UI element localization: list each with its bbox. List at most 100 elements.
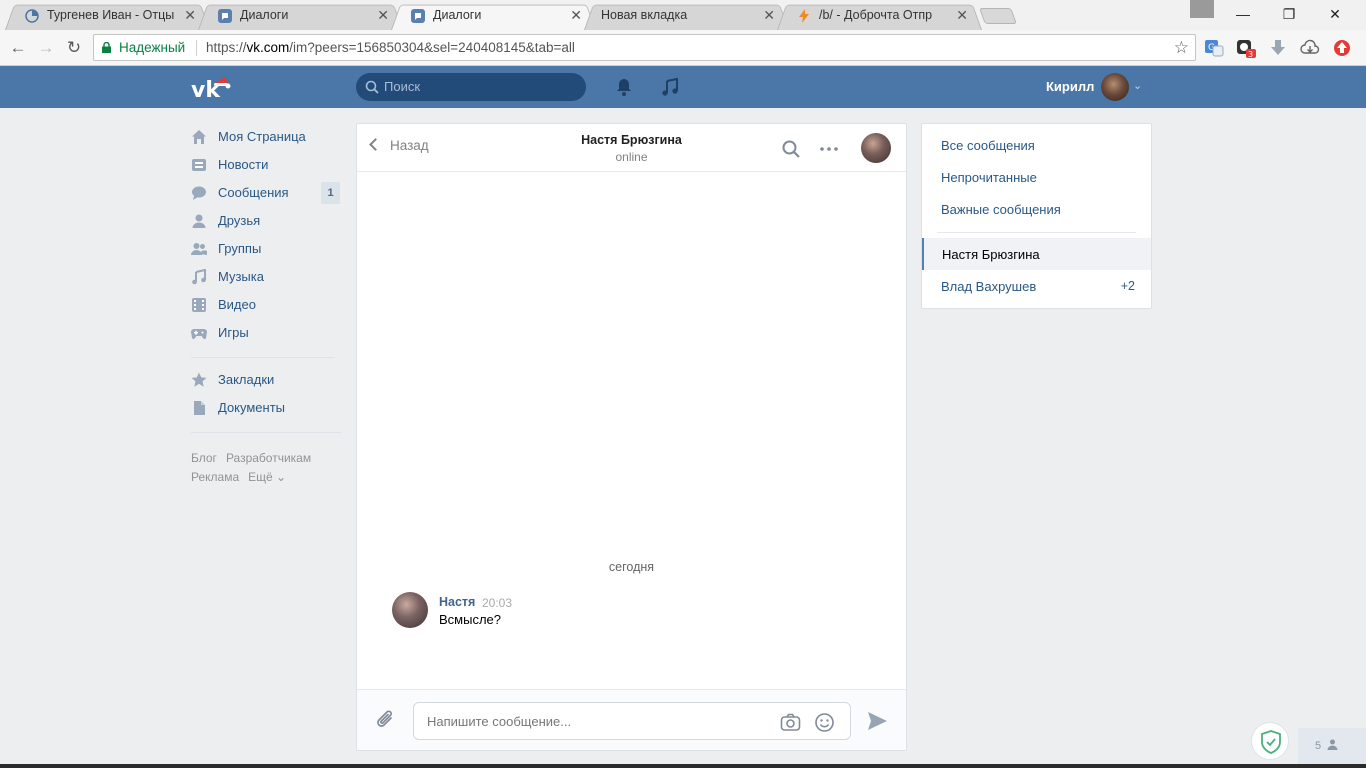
- dialog-name: Настя Брюзгина: [942, 247, 1040, 262]
- sidebar-item-label: Документы: [218, 400, 286, 415]
- lock-icon: [102, 42, 111, 53]
- extension-icon[interactable]: 3: [1236, 38, 1256, 58]
- user-name[interactable]: Кирилл: [1046, 79, 1094, 94]
- dialog-folders-panel: Все сообщения Непрочитанные Важные сообщ…: [921, 123, 1152, 309]
- sidebar-item-bookmarks[interactable]: Закладки: [191, 367, 341, 395]
- chat-panel: Назад Настя Брюзгина online сегодня Наст…: [356, 123, 907, 751]
- sidebar-item-messages[interactable]: Сообщения 1: [191, 180, 341, 208]
- vk-chat-icon: [411, 9, 425, 23]
- music-icon: [192, 269, 206, 285]
- sidebar-item-groups[interactable]: Группы: [191, 236, 341, 264]
- cloud-download-icon[interactable]: [1300, 38, 1320, 58]
- dialog-item[interactable]: Влад Вахрушев: [941, 279, 1036, 294]
- translate-icon[interactable]: G: [1204, 38, 1224, 58]
- sidebar-item-label: Видео: [218, 297, 256, 312]
- menu-divider: [191, 432, 341, 433]
- dialog-item-selected[interactable]: Настя Брюзгина: [922, 238, 1151, 270]
- chevron-down-icon[interactable]: ⌄: [1133, 79, 1142, 92]
- taskbar-edge: [0, 764, 1366, 768]
- sidebar-item-video[interactable]: Видео: [191, 292, 341, 320]
- browser-tab-active[interactable]: Диалоги ✕: [391, 2, 596, 30]
- message-text: Всмысле?: [439, 612, 501, 627]
- avatar[interactable]: [861, 133, 891, 163]
- pie-icon: [25, 9, 39, 23]
- back-arrow-icon[interactable]: ←: [7, 37, 29, 59]
- groups-icon: [191, 243, 207, 255]
- camera-icon[interactable]: [780, 712, 801, 733]
- search-input[interactable]: Поиск: [356, 73, 586, 101]
- tab-title: Диалоги: [433, 8, 482, 22]
- message-placeholder: Напишите сообщение...: [427, 714, 572, 729]
- tab-title: Диалоги: [240, 8, 289, 22]
- svg-text:vk: vk: [191, 78, 221, 101]
- close-icon[interactable]: ✕: [763, 8, 775, 22]
- online-count: 5: [1315, 740, 1322, 752]
- shield-check-icon[interactable]: [1251, 722, 1289, 760]
- footer-link-ads[interactable]: Реклама: [191, 468, 239, 487]
- avatar[interactable]: [1101, 73, 1129, 101]
- url-text[interactable]: https://vk.com/im?peers=156850304&sel=24…: [206, 40, 575, 55]
- star-icon: [191, 372, 207, 387]
- browser-tab-strip: Тургенев Иван - Отцы и ✕ Диалоги ✕ Диало…: [0, 0, 1366, 30]
- message-author[interactable]: Настя: [439, 595, 475, 609]
- folder-all-messages[interactable]: Все сообщения: [941, 138, 1035, 153]
- window-close-button[interactable]: ✕: [1312, 0, 1358, 28]
- adblock-icon[interactable]: [1332, 38, 1352, 58]
- bookmark-star-icon[interactable]: ☆: [1174, 38, 1189, 58]
- send-icon[interactable]: [866, 710, 888, 732]
- sidebar-item-my-page[interactable]: Моя Страница: [191, 124, 341, 152]
- profile-icon[interactable]: [1190, 0, 1214, 18]
- search-placeholder: Поиск: [384, 79, 421, 94]
- maximize-button[interactable]: ❐: [1266, 0, 1312, 28]
- sidebar-item-music[interactable]: Музыка: [191, 264, 341, 292]
- reload-icon[interactable]: ↻: [63, 37, 85, 59]
- paperclip-icon[interactable]: [375, 709, 397, 731]
- document-icon: [194, 401, 205, 415]
- tab-title: /b/ - Доброчта Отпр: [819, 8, 933, 22]
- footer-link-more[interactable]: Ещё ⌄: [248, 468, 286, 487]
- online-friends-chip[interactable]: 5: [1298, 728, 1366, 768]
- browser-tab[interactable]: /b/ - Доброчта Отпр ✕: [777, 2, 982, 30]
- sidebar-item-games[interactable]: Игры: [191, 320, 341, 348]
- browser-tab[interactable]: Новая вкладка ✕: [584, 2, 789, 30]
- smile-icon[interactable]: [814, 712, 835, 733]
- vk-logo-icon[interactable]: vk: [191, 75, 231, 101]
- address-bar[interactable]: Надежный https://vk.com/im?peers=1568503…: [93, 34, 1196, 61]
- new-tab-button[interactable]: [979, 8, 1017, 24]
- minimize-button[interactable]: —: [1220, 0, 1266, 28]
- sidebar-item-news[interactable]: Новости: [191, 152, 341, 180]
- close-icon[interactable]: ✕: [184, 8, 196, 22]
- lightning-icon: [799, 9, 809, 23]
- day-separator: сегодня: [608, 560, 655, 574]
- footer-link-developers[interactable]: Разработчикам: [226, 449, 311, 468]
- sidebar-item-friends[interactable]: Друзья: [191, 208, 341, 236]
- search-icon[interactable]: [781, 139, 801, 159]
- left-menu: Моя Страница Новости Сообщения 1 Друзья …: [191, 124, 341, 423]
- folder-unread[interactable]: Непрочитанные: [941, 170, 1037, 185]
- footer-link-blog[interactable]: Блог: [191, 449, 217, 468]
- forward-arrow-icon[interactable]: →: [35, 37, 57, 59]
- close-icon[interactable]: ✕: [377, 8, 389, 22]
- folder-important[interactable]: Важные сообщения: [941, 202, 1061, 217]
- secure-label: Надежный: [119, 40, 186, 55]
- sidebar-item-documents[interactable]: Документы: [191, 395, 341, 423]
- message-input[interactable]: Напишите сообщение...: [413, 702, 851, 740]
- friends-icon: [192, 214, 206, 228]
- unread-count-badge: 1: [321, 182, 340, 204]
- music-note-icon[interactable]: [660, 77, 680, 97]
- home-icon: [192, 130, 206, 144]
- sidebar-item-label: Новости: [218, 157, 269, 172]
- avatar[interactable]: [392, 592, 428, 628]
- browser-tab[interactable]: Тургенев Иван - Отцы и ✕: [5, 2, 210, 30]
- bell-icon[interactable]: [614, 77, 634, 97]
- tab-title: Тургенев Иван - Отцы и: [47, 8, 176, 22]
- search-icon: [365, 80, 379, 94]
- close-icon[interactable]: ✕: [570, 8, 582, 22]
- news-icon: [192, 159, 206, 171]
- more-icon[interactable]: [819, 139, 839, 159]
- browser-tab[interactable]: Диалоги ✕: [198, 2, 403, 30]
- message-time[interactable]: 20:03: [482, 596, 512, 610]
- download-icon[interactable]: [1268, 38, 1288, 58]
- tab-title: Новая вкладка: [601, 8, 688, 22]
- close-icon[interactable]: ✕: [956, 8, 968, 22]
